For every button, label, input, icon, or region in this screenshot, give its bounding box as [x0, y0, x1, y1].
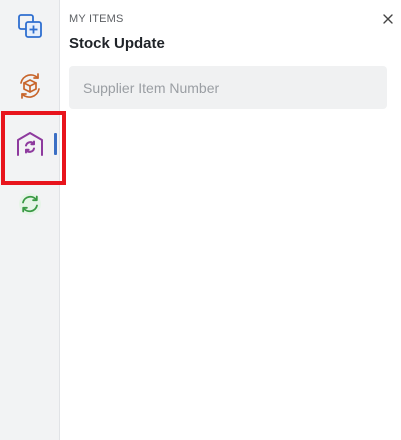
active-indicator [54, 133, 57, 155]
add-copy-icon [18, 14, 42, 38]
section-eyebrow: MY ITEMS [69, 13, 124, 25]
rail-item-warehouse-sync[interactable] [0, 124, 60, 164]
rail-item-package-sync[interactable] [0, 66, 60, 106]
panel-title: Stock Update [69, 35, 165, 52]
warehouse-sync-icon [17, 132, 43, 156]
app-window: MY ITEMS Stock Update [0, 0, 401, 440]
rail-item-add-copy[interactable] [0, 6, 60, 46]
close-icon[interactable] [381, 12, 395, 26]
sidebar-rail [0, 0, 60, 440]
refresh-icon [19, 193, 41, 215]
rail-item-refresh[interactable] [0, 184, 60, 224]
supplier-item-number-input[interactable] [69, 66, 387, 109]
stock-update-panel: MY ITEMS Stock Update [60, 0, 401, 440]
package-sync-icon [20, 73, 40, 99]
